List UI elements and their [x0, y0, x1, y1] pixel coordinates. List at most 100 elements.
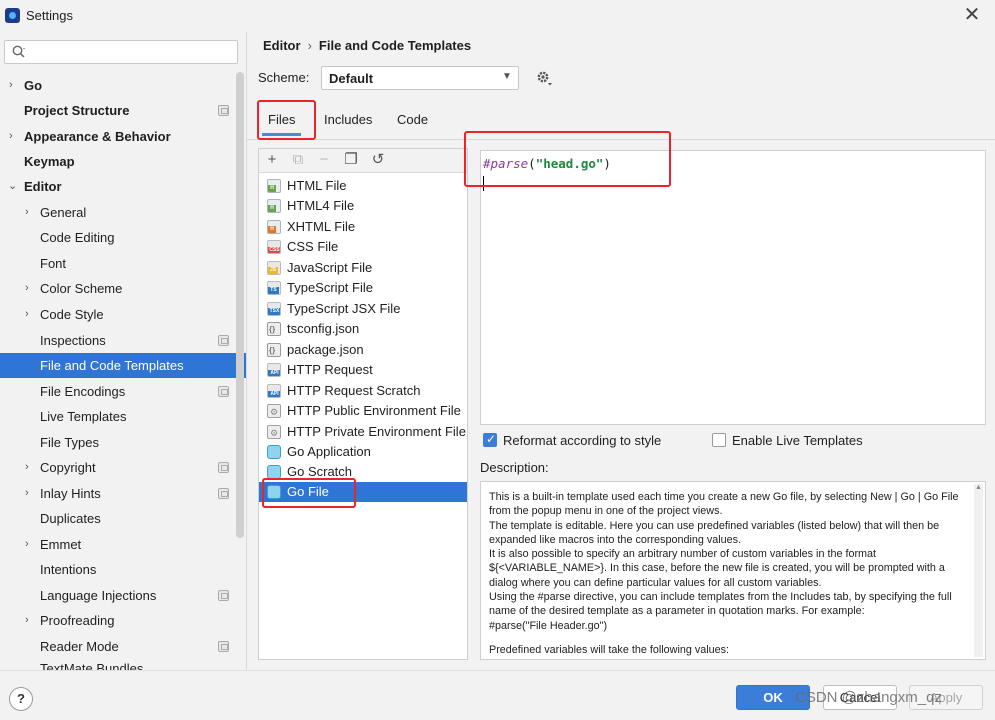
sidebar-item-keymap[interactable]: Keymap [0, 149, 246, 174]
template-item-typescript-jsx-file[interactable]: TypeScript JSX File [259, 299, 467, 319]
help-button[interactable]: ? [9, 687, 33, 711]
sidebar-item-language-injections[interactable]: Language Injections [0, 583, 246, 608]
template-item-typescript-file[interactable]: TypeScript File [259, 278, 467, 298]
css-file-icon [267, 240, 281, 254]
sidebar-item-editor[interactable]: ⌄ Editor [0, 174, 246, 199]
tab-files[interactable]: Files [262, 106, 302, 136]
add-template-icon[interactable]: + [263, 151, 281, 169]
description-paragraph: Using the #parse directive, you can incl… [489, 591, 952, 618]
sidebar-item-file-encodings[interactable]: File Encodings [0, 379, 246, 404]
go-file-icon [267, 485, 281, 499]
description-paragraph: The template is editable. Here you can u… [489, 519, 940, 546]
cancel-button[interactable]: Cancel [823, 685, 897, 710]
api-file-icon [267, 363, 281, 377]
chevron-right-icon: › [9, 79, 13, 91]
settings-search-input[interactable] [4, 40, 238, 64]
sidebar-item-file-types[interactable]: File Types [0, 430, 246, 455]
sidebar-item-reader-mode[interactable]: Reader Mode [0, 634, 246, 659]
project-settings-icon [218, 462, 229, 473]
scheme-value: Default [329, 71, 374, 86]
template-item-xhtml-file[interactable]: XHTML File [259, 217, 467, 237]
template-item-html-file[interactable]: HTML File [259, 176, 467, 196]
window-title: Settings [26, 8, 73, 23]
reformat-checkbox[interactable] [483, 432, 497, 447]
close-window-button[interactable]: ✕ [960, 4, 984, 28]
enable-live-templates-checkbox[interactable] [712, 433, 726, 447]
template-item-http-private-env-file[interactable]: HTTP Private Environment File [259, 422, 467, 442]
chevron-down-icon: ⌄ [8, 180, 18, 192]
template-code-editor[interactable]: #parse("head.go") [480, 150, 986, 425]
tab-includes[interactable]: Includes [318, 106, 378, 136]
sidebar-item-color-scheme[interactable]: › Color Scheme [0, 276, 246, 301]
template-item-javascript-file[interactable]: JavaScript File [259, 258, 467, 278]
sidebar-item-code-editing[interactable]: Code Editing [0, 225, 246, 250]
breadcrumb-separator: › [307, 38, 312, 53]
code-directive: #parse [483, 156, 529, 171]
reset-to-default-icon[interactable]: ↺ [369, 151, 387, 169]
template-item-http-request[interactable]: HTTP Request [259, 360, 467, 380]
sidebar-item-file-and-code-templates[interactable]: File and Code Templates [0, 353, 246, 378]
breadcrumb-current: File and Code Templates [318, 38, 472, 53]
apply-button[interactable]: Apply [909, 685, 983, 710]
template-item-html4-file[interactable]: HTML4 File [259, 196, 467, 216]
template-item-css-file[interactable]: CSS File [259, 237, 467, 257]
sidebar-item-intentions[interactable]: Intentions [0, 557, 246, 582]
chevron-right-icon: › [25, 308, 29, 320]
sidebar-item-textmate-bundles[interactable]: TextMate Bundles [0, 659, 246, 670]
sidebar-item-appearance-behavior[interactable]: › Appearance & Behavior [0, 124, 246, 149]
template-item-http-public-env-file[interactable]: HTTP Public Environment File [259, 401, 467, 421]
sidebar-item-go[interactable]: › Go [0, 73, 246, 98]
dialog-button-bar: ? OK Cancel Apply CSDN @zhangxm_qz [0, 670, 995, 720]
template-item-go-file[interactable]: Go File [259, 482, 467, 502]
sidebar-item-duplicates[interactable]: Duplicates [0, 506, 246, 531]
template-item-tsconfig-json[interactable]: tsconfig.json [259, 319, 467, 339]
html-file-icon [267, 199, 281, 213]
sidebar-scrollbar[interactable] [236, 72, 244, 538]
template-item-go-application[interactable]: Go Application [259, 442, 467, 462]
json-file-icon [267, 322, 281, 336]
gear-icon[interactable] [535, 69, 553, 87]
enable-live-templates-label[interactable]: Enable Live Templates [732, 433, 863, 448]
code-paren: ) [603, 156, 611, 171]
breadcrumb-parent[interactable]: Editor [263, 38, 301, 53]
title-bar: Settings ✕ [0, 0, 995, 32]
template-item-go-scratch[interactable]: Go Scratch [259, 462, 467, 482]
chevron-down-icon: ▼ [502, 71, 512, 82]
html-file-icon [267, 179, 281, 193]
json-file-icon [267, 343, 281, 357]
template-list-toolbar: + ⧉ − ❐ ↺ [259, 149, 467, 173]
template-item-package-json[interactable]: package.json [259, 340, 467, 360]
description-paragraph: This is a built-in template used each ti… [489, 491, 959, 518]
copy-template-icon[interactable]: ❐ [342, 151, 360, 169]
ok-button[interactable]: OK [736, 685, 810, 710]
code-paren: ( [528, 156, 536, 171]
scheme-label: Scheme: [258, 70, 310, 85]
sidebar-item-code-style[interactable]: › Code Style [0, 302, 246, 327]
template-list-panel: + ⧉ − ❐ ↺ HTML File HTML4 File XHTML Fil… [258, 148, 468, 660]
config-file-icon [267, 425, 281, 439]
goland-logo-icon [5, 8, 20, 23]
scheme-dropdown[interactable]: Default ▼ [321, 66, 519, 90]
remove-template-icon[interactable]: − [315, 151, 333, 169]
sidebar-item-project-structure[interactable]: Project Structure [0, 98, 246, 123]
sidebar-item-proofreading[interactable]: › Proofreading [0, 608, 246, 633]
sidebar-item-font[interactable]: Font [0, 251, 246, 276]
sidebar-item-inlay-hints[interactable]: › Inlay Hints [0, 481, 246, 506]
description-scrollbar[interactable] [974, 484, 983, 657]
tsx-file-icon [267, 302, 281, 316]
project-settings-icon [218, 105, 229, 116]
code-string: "head.go" [535, 156, 604, 171]
reformat-label[interactable]: Reformat according to style [503, 433, 661, 448]
xhtml-file-icon [267, 220, 281, 234]
sidebar-item-copyright[interactable]: › Copyright [0, 455, 246, 480]
sidebar-item-inspections[interactable]: Inspections [0, 328, 246, 353]
sidebar-item-general[interactable]: › General [0, 200, 246, 225]
sidebar-item-live-templates[interactable]: Live Templates [0, 404, 246, 429]
create-child-template-icon[interactable]: ⧉ [289, 151, 307, 169]
sidebar-item-emmet[interactable]: › Emmet [0, 532, 246, 557]
template-item-http-request-scratch[interactable]: HTTP Request Scratch [259, 381, 467, 401]
tab-code[interactable]: Code [391, 106, 434, 136]
chevron-right-icon: › [25, 206, 29, 218]
description-paragraph: Predefined variables will take the follo… [489, 643, 730, 656]
chevron-right-icon: › [25, 614, 29, 626]
